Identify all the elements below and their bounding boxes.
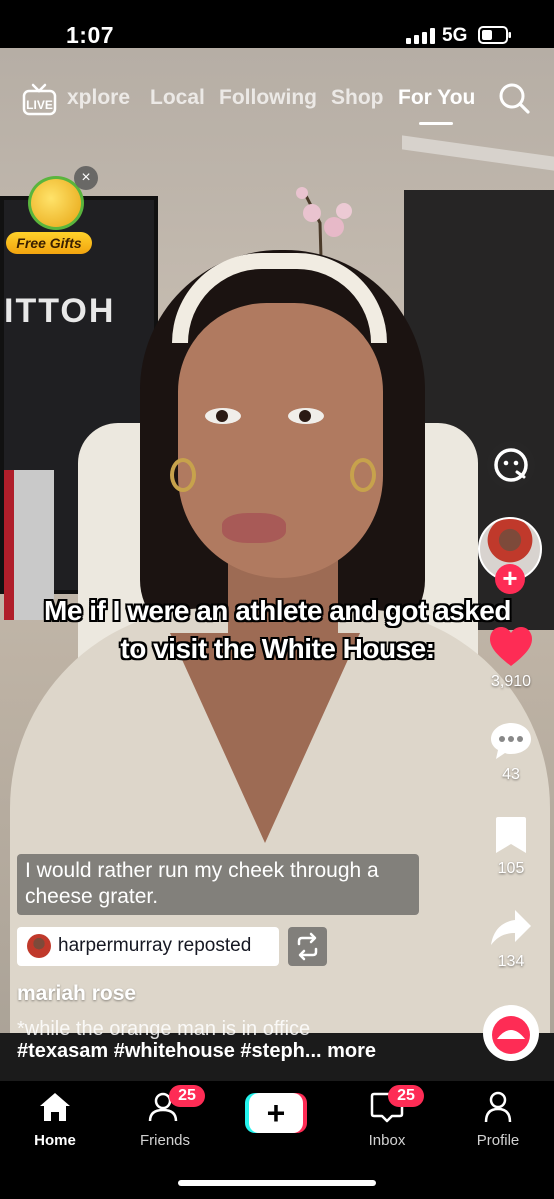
nav-inbox[interactable]: 25 Inbox <box>347 1085 427 1149</box>
status-time: 1:07 <box>66 22 115 48</box>
nav-friends-label: Friends <box>139 1132 191 1149</box>
music-disc-icon[interactable] <box>483 1005 539 1061</box>
follow-button[interactable]: + <box>495 564 525 594</box>
tab-following[interactable]: Following <box>219 86 317 110</box>
nav-home-label: Home <box>34 1132 76 1149</box>
profile-icon <box>484 1091 512 1123</box>
pinned-comment-text: I would rather run my cheek through a ch… <box>25 859 379 908</box>
nav-friends[interactable]: 25 Friends <box>125 1085 205 1149</box>
friends-badge: 25 <box>169 1085 205 1107</box>
like-button[interactable]: 3,910 <box>486 626 536 691</box>
bookmark-icon <box>496 817 526 853</box>
signal-icon <box>406 28 436 44</box>
tab-local[interactable]: Local <box>150 86 205 110</box>
live-label: LIVE <box>26 98 53 112</box>
author-name[interactable]: mariah rose <box>17 982 136 1006</box>
pinned-comment-box[interactable]: I would rather run my cheek through a ch… <box>17 854 419 915</box>
share-count: 134 <box>497 953 525 970</box>
jersey-text: ITTOH <box>4 292 116 330</box>
status-bar: 1:07 5G <box>0 0 554 48</box>
repost-icon <box>297 932 318 961</box>
reposter-avatar <box>27 934 51 958</box>
comment-button[interactable]: 43 <box>486 721 536 784</box>
repost-button[interactable] <box>288 927 327 966</box>
nav-profile[interactable]: Profile <box>458 1091 538 1149</box>
comment-bubble-icon <box>491 723 531 759</box>
tab-for-you[interactable]: For You <box>398 86 475 110</box>
person-lips <box>222 513 286 543</box>
search-icon[interactable] <box>498 82 530 114</box>
earring-left <box>170 458 196 492</box>
live-tv-icon[interactable]: LIVE <box>22 83 57 116</box>
home-indicator[interactable] <box>178 1180 376 1186</box>
create-plus-icon[interactable]: + <box>245 1093 307 1133</box>
tab-explore[interactable]: xplore <box>67 86 130 110</box>
create-plus-label: + <box>267 1095 286 1131</box>
earring-right <box>350 458 376 492</box>
nav-profile-label: Profile <box>476 1132 520 1149</box>
nav-home[interactable]: Home <box>15 1091 95 1149</box>
top-nav: LIVE xplore Local Following Shop For You <box>0 48 554 148</box>
tab-shop[interactable]: Shop <box>331 86 384 110</box>
like-count: 3,910 <box>490 673 532 690</box>
tiktok-screen: 1:07 5G ITTOH LIVE xplore Local Followin… <box>0 0 554 1199</box>
network-type: 5G <box>442 25 468 46</box>
post-hashtags[interactable]: #texasam #whitehouse #steph... more <box>17 1040 376 1063</box>
save-button[interactable]: 105 <box>486 815 536 878</box>
person-eye-left <box>205 408 241 424</box>
comment-count: 43 <box>502 766 520 783</box>
nav-inbox-label: Inbox <box>368 1132 406 1149</box>
video-overlay-caption: Me if I were an athlete and got asked to… <box>44 595 511 664</box>
repost-label: harpermurray reposted <box>58 935 252 956</box>
save-count: 105 <box>497 860 525 877</box>
free-gifts-widget[interactable]: Free Gifts × <box>6 166 98 258</box>
close-icon[interactable]: × <box>74 166 98 190</box>
battery-icon <box>478 26 511 44</box>
free-gifts-label: Free Gifts <box>6 232 92 254</box>
share-arrow-icon <box>491 910 531 945</box>
inbox-badge: 25 <box>388 1085 424 1107</box>
home-icon <box>40 1093 70 1121</box>
heart-icon <box>490 627 532 666</box>
repost-pill[interactable]: harpermurray reposted <box>17 927 279 966</box>
effect-icon[interactable] <box>485 439 537 491</box>
active-tab-indicator <box>419 122 453 125</box>
person-eye-right <box>288 408 324 424</box>
share-button[interactable]: 134 <box>486 908 536 971</box>
post-description: *while the orange man is in office <box>17 1018 311 1040</box>
